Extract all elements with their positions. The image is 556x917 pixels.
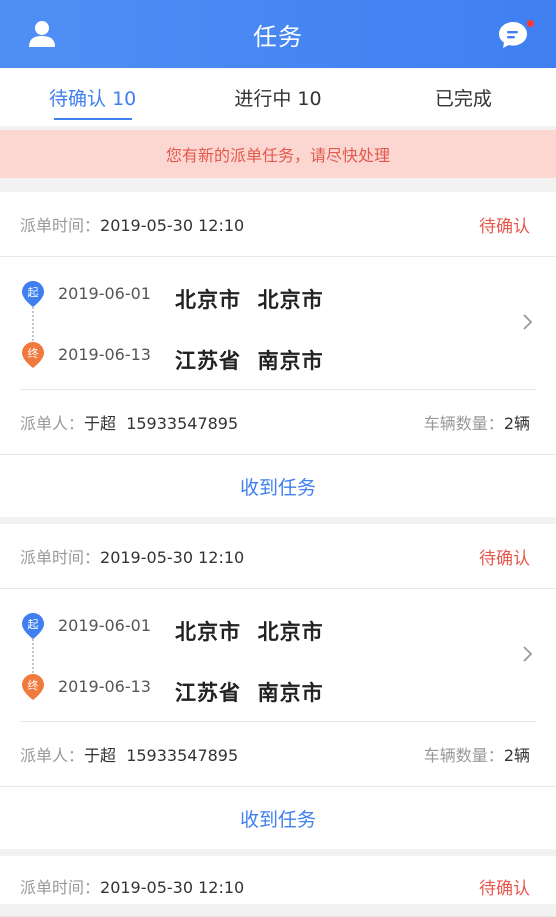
end-date: 2019-06-13 xyxy=(58,677,151,696)
tab-label: 已完成 xyxy=(434,87,492,110)
status-badge: 待确认 xyxy=(479,878,530,899)
dispatcher-row: 派单人：于超 15933547895 车辆数量：2辆 xyxy=(0,722,556,787)
chevron-right-icon[interactable] xyxy=(522,313,534,331)
active-tab-indicator xyxy=(53,118,132,120)
start-marker-text: 起 xyxy=(28,286,39,299)
dispatch-time-row: 派单时间：2019-05-30 12:10 待确认 xyxy=(0,856,556,917)
vehicle-count-value: 2辆 xyxy=(503,414,530,433)
dispatch-time-label: 派单时间： xyxy=(20,878,101,897)
tab-completed[interactable]: 已完成 xyxy=(371,68,556,126)
start-marker-icon: 起 xyxy=(22,281,44,307)
dispatch-time-label: 派单时间： xyxy=(20,216,101,235)
dispatch-time-row: 派单时间：2019-05-30 12:10 待确认 xyxy=(0,192,556,257)
tab-label: 待确认 10 xyxy=(49,87,137,110)
end-marker-icon: 终 xyxy=(22,674,44,700)
app-header: 任务 xyxy=(0,0,556,68)
status-badge: 待确认 xyxy=(479,548,530,569)
chevron-right-icon[interactable] xyxy=(522,645,534,663)
end-marker-icon: 终 xyxy=(22,342,44,368)
dispatcher-row: 派单人：于超 15933547895 车辆数量：2辆 xyxy=(0,390,556,455)
message-icon[interactable] xyxy=(496,18,530,52)
dispatch-time-label: 派单时间： xyxy=(20,548,101,567)
start-marker-text: 起 xyxy=(28,618,39,631)
dispatcher-label: 派单人： xyxy=(20,746,85,765)
new-task-notice: 您有新的派单任务，请尽快处理 xyxy=(0,130,556,178)
end-marker-text: 终 xyxy=(28,346,39,360)
start-city: 北京市 北京市 xyxy=(175,288,324,312)
tab-in-progress[interactable]: 进行中 10 xyxy=(185,68,370,126)
page-title: 任务 xyxy=(253,22,303,51)
accept-task-button[interactable]: 收到任务 xyxy=(0,455,556,517)
order-card[interactable]: 派单时间：2019-05-30 12:10 待确认 xyxy=(0,856,556,917)
dispatch-time-value: 2019-05-30 12:10 xyxy=(100,216,245,235)
tab-label: 进行中 10 xyxy=(234,87,322,110)
dispatch-time-value: 2019-05-30 12:10 xyxy=(100,878,245,897)
start-marker-icon: 起 xyxy=(22,613,44,639)
route-connector xyxy=(32,639,34,673)
start-date: 2019-06-01 xyxy=(58,616,151,635)
end-city: 江苏省 南京市 xyxy=(175,349,324,373)
status-tabs: 待确认 10 进行中 10 已完成 xyxy=(0,68,556,126)
user-icon[interactable] xyxy=(26,18,58,50)
start-date: 2019-06-01 xyxy=(58,284,151,303)
tab-pending[interactable]: 待确认 10 xyxy=(0,68,185,126)
route-connector xyxy=(32,307,34,341)
start-city: 北京市 北京市 xyxy=(175,620,324,644)
dispatch-time-row: 派单时间：2019-05-30 12:10 待确认 xyxy=(0,524,556,589)
vehicle-count-value: 2辆 xyxy=(503,746,530,765)
status-badge: 待确认 xyxy=(479,216,530,237)
dispatcher-value: 于超 15933547895 xyxy=(84,746,239,765)
dispatch-time-value: 2019-05-30 12:10 xyxy=(100,548,245,567)
accept-task-button[interactable]: 收到任务 xyxy=(0,787,556,849)
dispatcher-value: 于超 15933547895 xyxy=(84,414,239,433)
end-city: 江苏省 南京市 xyxy=(175,681,324,705)
dispatcher-label: 派单人： xyxy=(20,414,85,433)
vehicle-count-label: 车辆数量： xyxy=(423,746,504,765)
end-marker-text: 终 xyxy=(28,678,39,692)
end-date: 2019-06-13 xyxy=(58,345,151,364)
unread-badge xyxy=(527,20,534,27)
order-card[interactable]: 派单时间：2019-05-30 12:10 待确认 起 终 2019-06-01… xyxy=(0,524,556,849)
order-card[interactable]: 派单时间：2019-05-30 12:10 待确认 起 终 2019-06-01… xyxy=(0,192,556,517)
route-section[interactable]: 起 终 2019-06-01 北京市 北京市 2019-06-13 江苏省 南京… xyxy=(20,257,536,390)
vehicle-count-label: 车辆数量： xyxy=(423,414,504,433)
route-section[interactable]: 起 终 2019-06-01 北京市 北京市 2019-06-13 江苏省 南京… xyxy=(20,589,536,722)
